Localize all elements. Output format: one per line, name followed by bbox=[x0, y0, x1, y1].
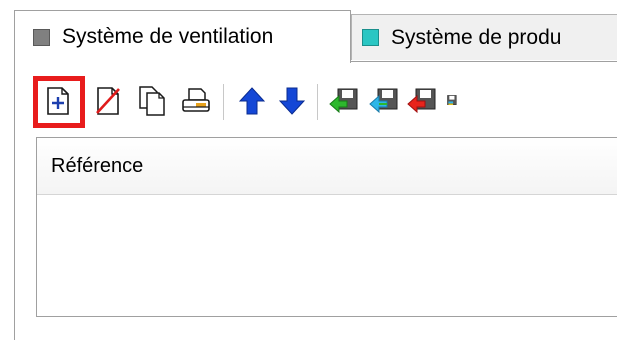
copy-button[interactable] bbox=[137, 86, 167, 116]
move-up-button[interactable] bbox=[237, 86, 267, 116]
column-header-label: Référence bbox=[51, 154, 144, 177]
arrow-up-icon bbox=[239, 87, 265, 115]
toolbar-separator bbox=[317, 84, 318, 120]
tab-ventilation-system[interactable]: Système de ventilation bbox=[14, 10, 351, 63]
export-green-button[interactable] bbox=[329, 86, 359, 116]
tab-strip: Système de ventilation Système de produ bbox=[0, 0, 617, 63]
tab-production-system[interactable]: Système de produ bbox=[351, 14, 617, 60]
tab-label: Système de ventilation bbox=[62, 25, 274, 48]
toolbar-separator bbox=[223, 84, 224, 120]
tab-color-swatch bbox=[33, 28, 50, 46]
move-down-button[interactable] bbox=[277, 86, 307, 116]
export-blue-button[interactable] bbox=[369, 86, 399, 116]
export-red-button[interactable] bbox=[407, 86, 437, 116]
column-header-reference[interactable]: Référence bbox=[37, 138, 617, 195]
add-button[interactable] bbox=[43, 86, 73, 116]
save-blue-icon bbox=[369, 88, 398, 114]
save-red-icon bbox=[407, 88, 436, 114]
tab-color-swatch bbox=[362, 29, 379, 46]
export-multi-button[interactable] bbox=[447, 86, 461, 116]
save-multi-icon bbox=[447, 95, 457, 105]
copy-icon bbox=[139, 86, 165, 116]
tab-label: Système de produ bbox=[391, 25, 562, 49]
add-icon bbox=[47, 87, 69, 115]
delete-button[interactable] bbox=[93, 86, 123, 116]
reference-grid: Référence bbox=[36, 137, 617, 317]
print-button[interactable] bbox=[181, 86, 211, 116]
tab-panel: Référence bbox=[14, 61, 617, 340]
toolbar bbox=[15, 62, 617, 137]
print-icon bbox=[182, 88, 210, 112]
save-green-icon bbox=[329, 88, 358, 114]
delete-icon bbox=[96, 87, 120, 115]
arrow-down-icon bbox=[279, 87, 305, 115]
